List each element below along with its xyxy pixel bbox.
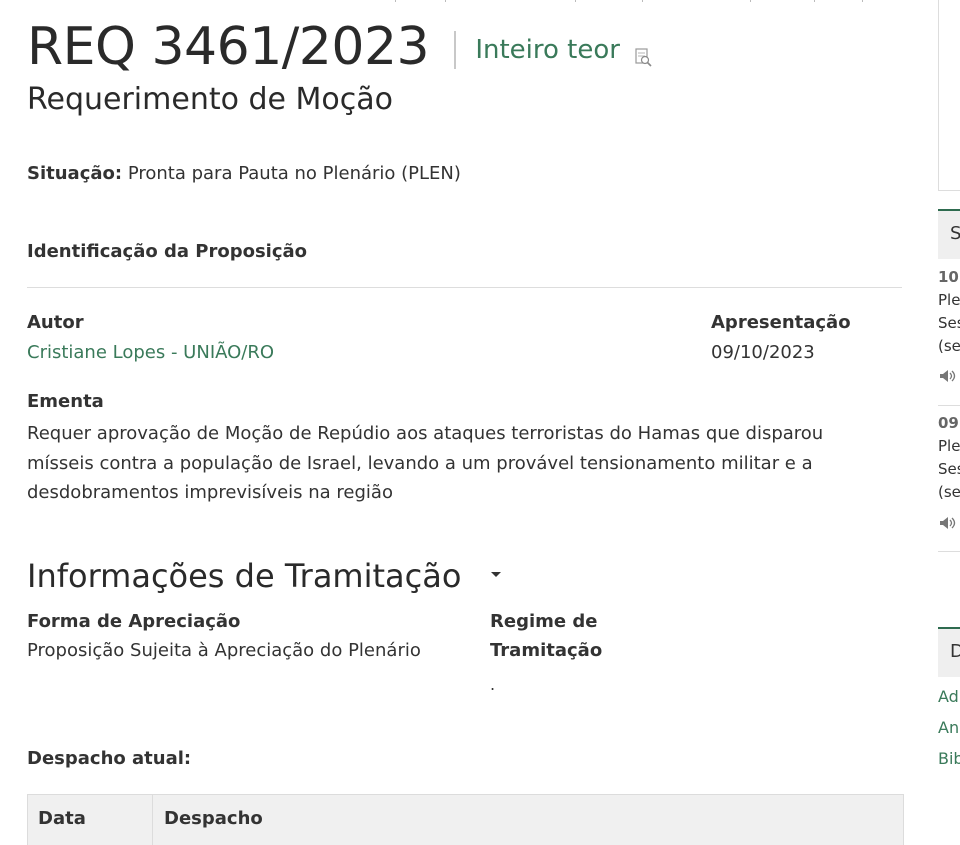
despacho-heading: Despacho atual: [27,748,192,769]
tramitacao-heading: Informações de Tramitação [27,557,462,595]
session-date: 09. [938,414,960,432]
speaker-icon[interactable] [940,514,960,533]
regime-label-line2: Tramitação [490,640,603,661]
regime-value: . [490,675,496,694]
author-value: Cristiane Lopes - UNIÃO/RO [27,341,274,365]
speaker-icon[interactable] [940,367,960,386]
session-line[interactable]: Ple [938,435,960,457]
session-line[interactable]: (se [938,481,960,503]
caret-down-icon[interactable] [491,572,501,577]
column-header-data[interactable]: Data [38,807,86,831]
sidebar-tab-sessions[interactable]: S [938,209,960,259]
proposition-type: Requerimento de Moção [27,82,393,117]
sidebar-divider [938,551,960,552]
document-search-icon[interactable] [635,48,653,72]
despacho-table-header: Data Despacho [27,794,904,845]
sidebar-link[interactable]: Ad [938,686,959,708]
ementa-text: Requer aprovação de Moção de Repúdio aos… [27,423,824,503]
author-link[interactable]: Cristiane Lopes - UNIÃO/RO [27,342,274,363]
divider [27,287,902,288]
sidebar-tab-label: S [950,223,960,244]
regime-label-line1: Regime de [490,611,598,632]
presentation-date: 09/10/2023 [711,342,815,363]
column-header-despacho[interactable]: Despacho [164,807,263,831]
full-text-link[interactable]: Inteiro teor [475,20,620,80]
sidebar-divider [938,405,960,406]
forma-apreciacao-value: Proposição Sujeita à Apreciação do Plená… [27,640,421,661]
status-value: Pronta para Pauta no Plenário (PLEN) [127,163,461,184]
session-line[interactable]: Ses [938,312,960,334]
sidebar-tab-label: D [950,641,960,662]
sidebar-top-box [938,0,960,191]
presentation-label: Apresentação [711,312,851,333]
session-line[interactable]: Ple [938,289,960,311]
status-line: Situação: Pronta para Pauta no Plenário … [27,162,461,186]
sidebar-link[interactable]: Bib [938,748,960,770]
proposition-number: REQ 3461/2023 [27,17,430,77]
title-separator [454,31,457,69]
ementa-label: Ementa [27,391,104,412]
title-row: REQ 3461/2023 Inteiro teor [27,17,653,77]
right-sidebar: S 10. Ple Ses (se 09. Ple Ses (se D Ad A… [938,0,960,838]
top-nav-remnant [27,0,902,4]
status-label: Situação: [27,163,123,184]
sidebar-tab-documents[interactable]: D [938,627,960,677]
session-line[interactable]: Ses [938,458,960,480]
sidebar-link[interactable]: An [938,717,959,739]
forma-apreciacao-label: Forma de Apreciação [27,611,241,632]
session-line[interactable]: (se [938,335,960,357]
identification-heading: Identificação da Proposição [27,241,308,262]
session-date: 10. [938,268,960,286]
author-label: Autor [27,312,84,333]
